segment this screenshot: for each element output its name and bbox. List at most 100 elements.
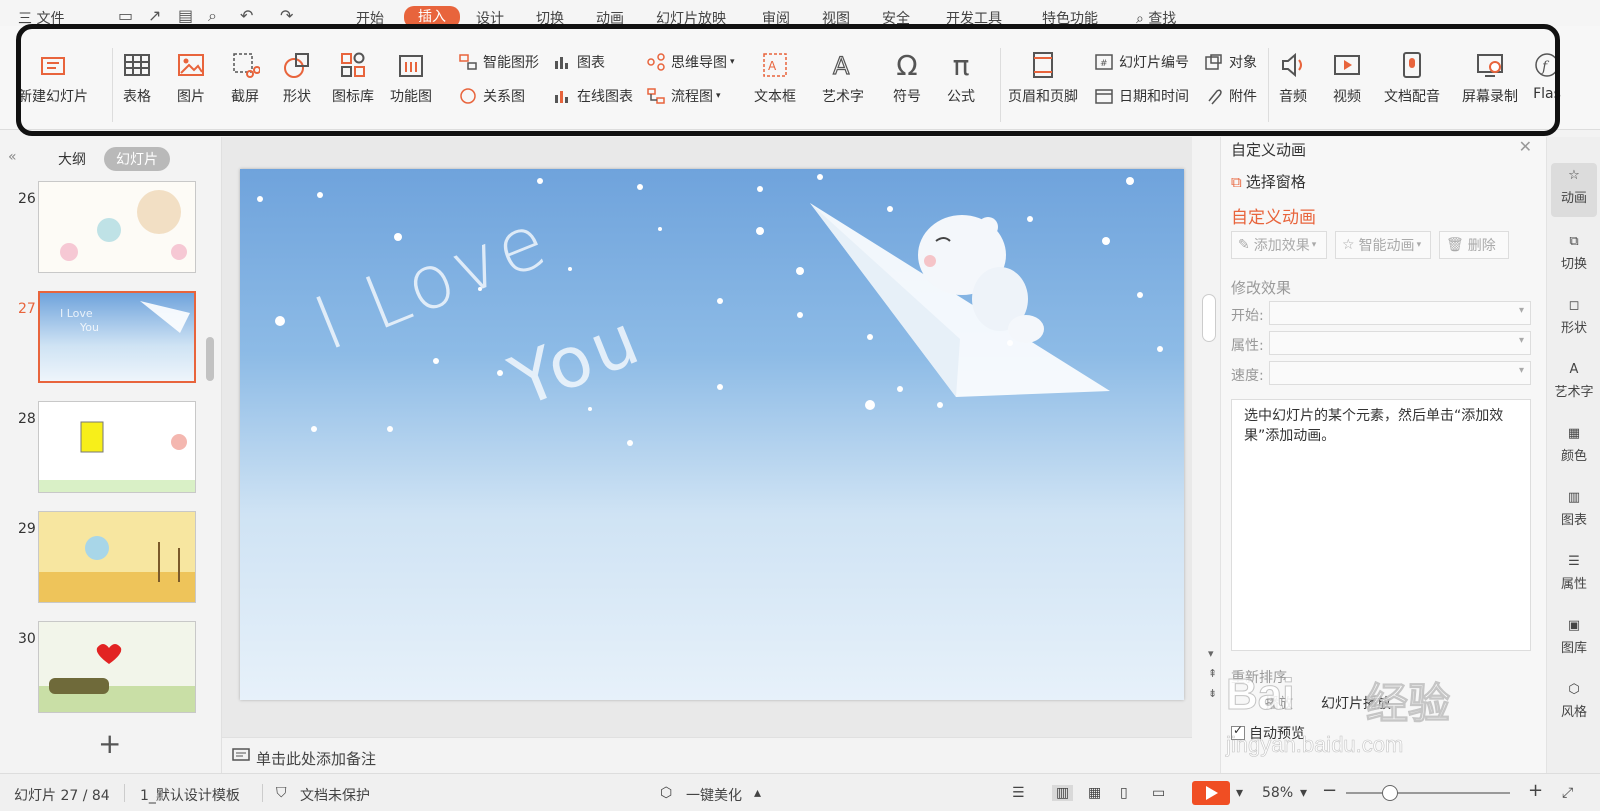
tab-design[interactable]: 设计: [476, 8, 504, 26]
audio-button[interactable]: 音频: [1276, 48, 1310, 106]
template-name[interactable]: 1_默认设计模板: [140, 785, 240, 805]
symbol-button[interactable]: Ω 符号: [890, 48, 924, 106]
fit-window-icon[interactable]: ⤢: [1562, 785, 1573, 801]
mindmap-button[interactable]: 思维导图 ▾: [646, 52, 735, 72]
tab-slides[interactable]: 幻灯片: [104, 147, 170, 171]
tab-animation[interactable]: 动画: [596, 8, 624, 26]
sidebar-wordart[interactable]: A 艺术字: [1547, 357, 1600, 401]
slide-thumbnail-selected[interactable]: I Love You: [38, 291, 196, 383]
protection-status[interactable]: 文档未保护: [300, 785, 370, 805]
redo-icon[interactable]: ↷: [280, 6, 293, 25]
slide-thumb-row[interactable]: 28: [0, 401, 210, 493]
smartart-button[interactable]: 智能图形: [458, 52, 539, 72]
presenter-view-icon[interactable]: ▭: [1152, 785, 1165, 801]
sidebar-style[interactable]: ⬡ 风格: [1547, 677, 1600, 721]
slide-thumbnail[interactable]: [38, 621, 196, 713]
sorter-view-icon[interactable]: ▦: [1088, 785, 1101, 801]
flash-button[interactable]: f Flas: [1530, 48, 1564, 102]
icon-library-button[interactable]: 图标库: [332, 48, 374, 106]
pane-title[interactable]: 自定义动画: [1231, 139, 1306, 160]
play-slideshow-button[interactable]: [1192, 781, 1230, 805]
wordart-button[interactable]: A 艺术字: [822, 48, 864, 106]
beautify-button[interactable]: 一键美化: [686, 785, 742, 805]
online-chart-button[interactable]: 在线图表: [552, 86, 633, 106]
search-tab[interactable]: ⌕ 查找: [1136, 8, 1176, 26]
doc-voice-button[interactable]: 文档配音: [1384, 48, 1440, 106]
pane-scroll-arrows[interactable]: ▾ ⇞ ⇟: [1208, 644, 1217, 704]
slide-thumb-row[interactable]: 29: [0, 511, 210, 603]
zoom-out-icon[interactable]: −: [1322, 780, 1337, 801]
export-icon[interactable]: ↗: [148, 6, 161, 25]
picture-button[interactable]: 图片: [174, 48, 208, 106]
slide-number-button[interactable]: # 幻灯片编号: [1094, 52, 1189, 72]
object-button[interactable]: 对象: [1204, 52, 1257, 72]
tab-outline[interactable]: 大纲: [58, 149, 86, 169]
shape-button[interactable]: 形状: [280, 48, 314, 106]
tab-insert[interactable]: 插入: [404, 6, 460, 26]
date-time-button[interactable]: 日期和时间: [1094, 86, 1189, 106]
slide-thumb-row[interactable]: 30: [0, 621, 210, 713]
current-slide[interactable]: I Love You: [240, 169, 1184, 700]
sidebar-chart[interactable]: ▥ 图表: [1547, 485, 1600, 529]
play-button[interactable]: 播放: [1265, 693, 1293, 713]
property-select[interactable]: [1269, 331, 1531, 355]
zoom-level[interactable]: 58%: [1262, 785, 1293, 801]
slide-thumbnail[interactable]: [38, 511, 196, 603]
chart-button[interactable]: 图表: [552, 52, 605, 72]
close-icon[interactable]: ✕: [1519, 137, 1532, 156]
tab-home[interactable]: 开始: [356, 8, 384, 26]
sidebar-color[interactable]: ▦ 颜色: [1547, 421, 1600, 465]
new-slide-button[interactable]: 新建幻灯片: [18, 48, 88, 106]
animation-list[interactable]: 选中幻灯片的某个元素，然后单击“添加效果”添加动画。: [1231, 399, 1531, 651]
screenshot-button[interactable]: 截屏: [228, 48, 262, 106]
sidebar-animation[interactable]: ☆ 动画: [1551, 163, 1597, 217]
sidebar-property[interactable]: ☰ 属性: [1547, 549, 1600, 593]
tab-developer[interactable]: 开发工具: [946, 8, 1002, 26]
zoom-in-icon[interactable]: +: [1528, 780, 1543, 801]
auto-preview-checkbox[interactable]: 自动预览: [1231, 723, 1305, 743]
tab-transition[interactable]: 切换: [536, 8, 564, 26]
sidebar-gallery[interactable]: ▣ 图库: [1547, 613, 1600, 657]
notes-view-icon[interactable]: ☰: [1012, 785, 1025, 801]
print-icon[interactable]: ▤: [178, 6, 193, 25]
notes-bar[interactable]: 单击此处添加备注: [222, 737, 1192, 773]
function-chart-button[interactable]: 功能图: [390, 48, 432, 106]
sidebar-transition[interactable]: ⧉ 切换: [1547, 229, 1600, 273]
play-options-icon[interactable]: ▾: [1236, 785, 1243, 801]
start-select[interactable]: [1269, 301, 1531, 325]
file-menu[interactable]: 三 文件: [18, 8, 64, 26]
slide-thumb-row[interactable]: 26: [0, 181, 210, 273]
textbox-button[interactable]: A 文本框: [754, 48, 796, 106]
tab-special[interactable]: 特色功能: [1042, 8, 1098, 26]
delete-button[interactable]: 🗑 删除: [1439, 231, 1509, 259]
undo-icon[interactable]: ↶: [240, 6, 253, 25]
thumb-scrollbar[interactable]: [206, 337, 214, 381]
preview-icon[interactable]: ⌕: [208, 6, 217, 26]
slide-thumbnail[interactable]: [38, 401, 196, 493]
tab-slideshow[interactable]: 幻灯片放映: [656, 8, 726, 26]
tab-view[interactable]: 视图: [822, 8, 850, 26]
add-slide-icon[interactable]: +: [98, 727, 121, 760]
zoom-slider-handle[interactable]: [1382, 785, 1398, 801]
table-button[interactable]: 表格: [120, 48, 154, 106]
formula-button[interactable]: π 公式: [944, 48, 978, 106]
collapse-panel-icon[interactable]: «: [8, 149, 17, 165]
relation-button[interactable]: 关系图: [458, 86, 525, 106]
zoom-dropdown-icon[interactable]: ▾: [1300, 785, 1307, 801]
sidebar-shape[interactable]: ◻ 形状: [1547, 293, 1600, 337]
canvas-scrollbar[interactable]: [1202, 294, 1216, 342]
tab-review[interactable]: 审阅: [762, 8, 790, 26]
header-footer-button[interactable]: 页眉和页脚: [1008, 48, 1078, 106]
slide-thumbnail[interactable]: [38, 181, 196, 273]
tab-security[interactable]: 安全: [882, 8, 910, 26]
add-effect-button[interactable]: ✎ 添加效果 ▾: [1231, 231, 1327, 259]
slide-thumb-row[interactable]: 27 I Love You: [0, 291, 210, 383]
zoom-slider-track[interactable]: [1346, 792, 1510, 794]
screen-record-button[interactable]: 屏幕录制: [1462, 48, 1518, 106]
speed-select[interactable]: [1269, 361, 1531, 385]
save-icon[interactable]: ▭: [118, 6, 133, 25]
select-pane-link[interactable]: ⧉ 选择窗格: [1231, 171, 1306, 192]
reading-view-icon[interactable]: ▯: [1120, 785, 1128, 801]
slide-play-button[interactable]: 幻灯片播放: [1321, 693, 1391, 713]
smart-animation-button[interactable]: ☆ 智能动画 ▾: [1335, 231, 1431, 259]
